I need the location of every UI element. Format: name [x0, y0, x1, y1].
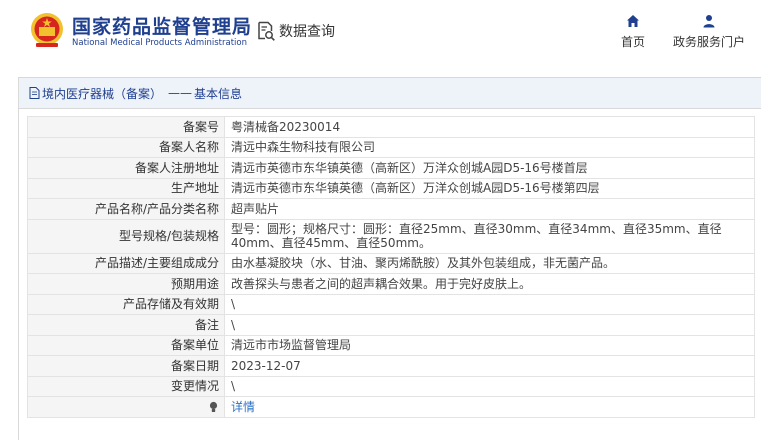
- breadcrumb-separator: ——: [168, 86, 193, 100]
- data-query-link[interactable]: 数据查询: [256, 21, 335, 41]
- field-value: 超声贴片: [224, 198, 755, 220]
- data-query-label: 数据查询: [279, 24, 335, 40]
- nav-home-label: 首页: [620, 35, 645, 49]
- breadcrumb-category[interactable]: 境内医疗器械（备案）: [42, 85, 162, 102]
- table-row: 备注 \: [27, 314, 755, 336]
- nav-service-portal[interactable]: 政务服务门户: [670, 14, 748, 50]
- breadcrumb: 境内医疗器械（备案） —— 基本信息: [19, 78, 761, 109]
- field-value: \: [224, 293, 755, 315]
- table-row: 生产地址 清远市英德市东华镇英德（高新区）万洋众创城A园D5-16号楼第四层: [27, 177, 755, 199]
- field-label: 产品存储及有效期: [27, 293, 225, 315]
- record-panel: 境内医疗器械（备案） —— 基本信息 备案号 粤清械备20230014 备案人名称…: [18, 77, 761, 440]
- field-label: 备案人名称: [27, 136, 225, 158]
- document-icon: [29, 87, 40, 99]
- field-value: 由水基凝胶块（水、甘油、聚丙烯酰胺）及其外包装组成，非无菌产品。: [224, 252, 755, 274]
- nav-home[interactable]: 首页: [618, 14, 648, 50]
- table-row: 型号规格/包装规格 型号：圆形；规格尺寸：圆形：直径25mm、直径30mm、直径3…: [27, 218, 755, 254]
- table-row: 产品描述/主要组成成分 由水基凝胶块（水、甘油、聚丙烯酰胺）及其外包装组成，非无菌…: [27, 252, 755, 274]
- table-row: 产品存储及有效期 \: [27, 293, 755, 315]
- field-value: 型号：圆形；规格尺寸：圆形：直径25mm、直径30mm、直径34mm、直径35m…: [224, 218, 755, 254]
- nav-service-label: 政务服务门户: [672, 35, 745, 49]
- field-value: \: [224, 375, 755, 397]
- table-row: 备案号 粤清械备20230014: [27, 116, 755, 138]
- field-label: 产品名称/产品分类名称: [27, 198, 225, 220]
- detail-label-cell: [27, 396, 225, 418]
- field-value: 粤清械备20230014: [224, 116, 755, 138]
- field-label: 备案号: [27, 116, 225, 138]
- table-row: 备案日期 2023-12-07: [27, 355, 755, 377]
- field-label: 备案日期: [27, 355, 225, 377]
- lightbulb-icon: [209, 401, 218, 412]
- field-label: 产品描述/主要组成成分: [27, 252, 225, 274]
- detail-link[interactable]: 详情: [231, 400, 255, 414]
- table-row: 产品名称/产品分类名称 超声贴片: [27, 198, 755, 220]
- table-row: 详情: [27, 396, 755, 418]
- field-label: 备案单位: [27, 334, 225, 356]
- field-label: 生产地址: [27, 177, 225, 199]
- org-name-en: National Medical Products Administration: [72, 38, 247, 48]
- document-search-icon: [258, 21, 275, 41]
- user-icon: [703, 15, 715, 28]
- field-value: 清远中森生物科技有限公司: [224, 136, 755, 158]
- field-label: 型号规格/包装规格: [27, 218, 225, 254]
- table-row: 备案单位 清远市市场监督管理局: [27, 334, 755, 356]
- field-value: 2023-12-07: [224, 355, 755, 377]
- field-value: 清远市英德市东华镇英德（高新区）万洋众创城A园D5-16号楼首层: [224, 157, 755, 179]
- table-row: 预期用途 改善探头与患者之间的超声耦合效果。用于完好皮肤上。: [27, 273, 755, 295]
- table-row: 变更情况 \: [27, 375, 755, 397]
- field-label: 备案人注册地址: [27, 157, 225, 179]
- org-name: 国家药品监督管理局: [72, 16, 253, 38]
- field-value: \: [224, 314, 755, 336]
- national-emblem-icon: [31, 13, 63, 47]
- home-icon: [627, 15, 639, 27]
- breadcrumb-page: 基本信息: [194, 86, 243, 101]
- field-label: 变更情况: [27, 375, 225, 397]
- field-label: 预期用途: [27, 273, 225, 295]
- field-value: 清远市市场监督管理局: [224, 334, 755, 356]
- field-value: 改善探头与患者之间的超声耦合效果。用于完好皮肤上。: [224, 273, 755, 295]
- record-table: 备案号 粤清械备20230014 备案人名称 清远中森生物科技有限公司 备案人注册地…: [27, 116, 755, 418]
- site-header: 国家药品监督管理局 National Medical Products Admi…: [0, 0, 761, 70]
- table-row: 备案人注册地址 清远市英德市东华镇英德（高新区）万洋众创城A园D5-16号楼首层: [27, 157, 755, 179]
- field-label: 备注: [27, 314, 225, 336]
- field-value: 清远市英德市东华镇英德（高新区）万洋众创城A园D5-16号楼第四层: [224, 177, 755, 199]
- table-row: 备案人名称 清远中森生物科技有限公司: [27, 136, 755, 158]
